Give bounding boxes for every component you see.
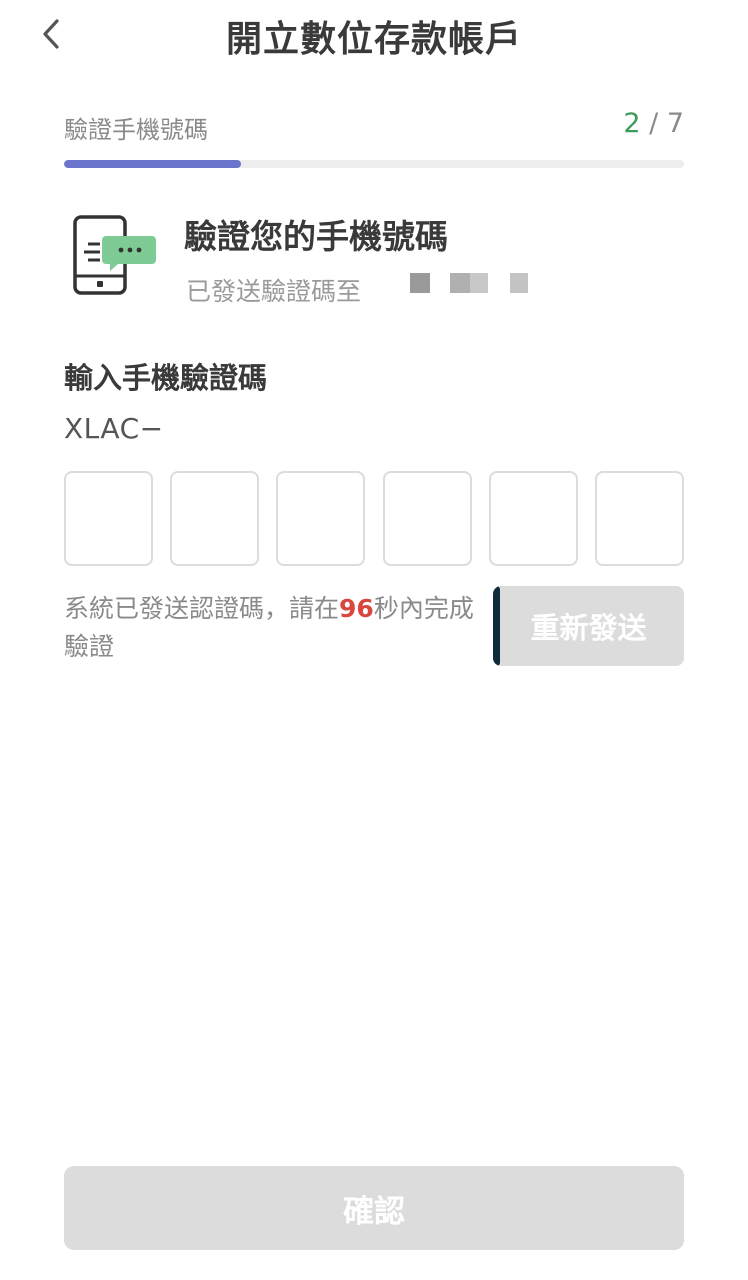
- page-title: 開立數位存款帳戶: [225, 19, 522, 60]
- confirm-button[interactable]: 確認: [64, 1166, 684, 1250]
- step-counter: 2 / 7: [623, 108, 684, 139]
- verification-page: 開立數位存款帳戶 驗證手機號碼 2 / 7 驗證您的手機號碼 已發送驗證碼至 輸…: [0, 0, 748, 1280]
- masked-phone-number: [410, 273, 430, 293]
- masked-phone-number: [450, 273, 470, 293]
- progress-bar: [64, 160, 684, 168]
- phone-message-icon: [73, 215, 156, 295]
- code-input-group: [64, 471, 684, 566]
- progress-bar-fill: [64, 160, 241, 168]
- masked-phone-number: [510, 273, 528, 293]
- info-subtitle: 已發送驗證碼至: [186, 277, 362, 306]
- code-input-label: 輸入手機驗證碼: [64, 361, 268, 395]
- code-digit-1[interactable]: [64, 471, 153, 566]
- current-step: 2: [623, 108, 641, 139]
- step-separator: /: [640, 108, 667, 139]
- countdown-message: 系統已發送認證碼，請在96秒內完成驗證: [64, 590, 474, 666]
- total-steps: 7: [666, 108, 684, 139]
- code-prefix: XLAC−: [64, 412, 164, 445]
- step-label: 驗證手機號碼: [64, 116, 208, 144]
- countdown-text-before: 系統已發送認證碼，請在: [64, 594, 340, 623]
- countdown-seconds: 96: [339, 594, 374, 623]
- code-digit-2[interactable]: [170, 471, 260, 566]
- code-digit-6[interactable]: [594, 471, 684, 566]
- masked-phone-number: [470, 273, 488, 293]
- code-digit-3[interactable]: [276, 471, 366, 566]
- code-digit-4[interactable]: [382, 471, 472, 566]
- resend-button[interactable]: 重新發送: [493, 586, 684, 666]
- info-title: 驗證您的手機號碼: [184, 217, 448, 256]
- code-digit-5[interactable]: [488, 471, 578, 566]
